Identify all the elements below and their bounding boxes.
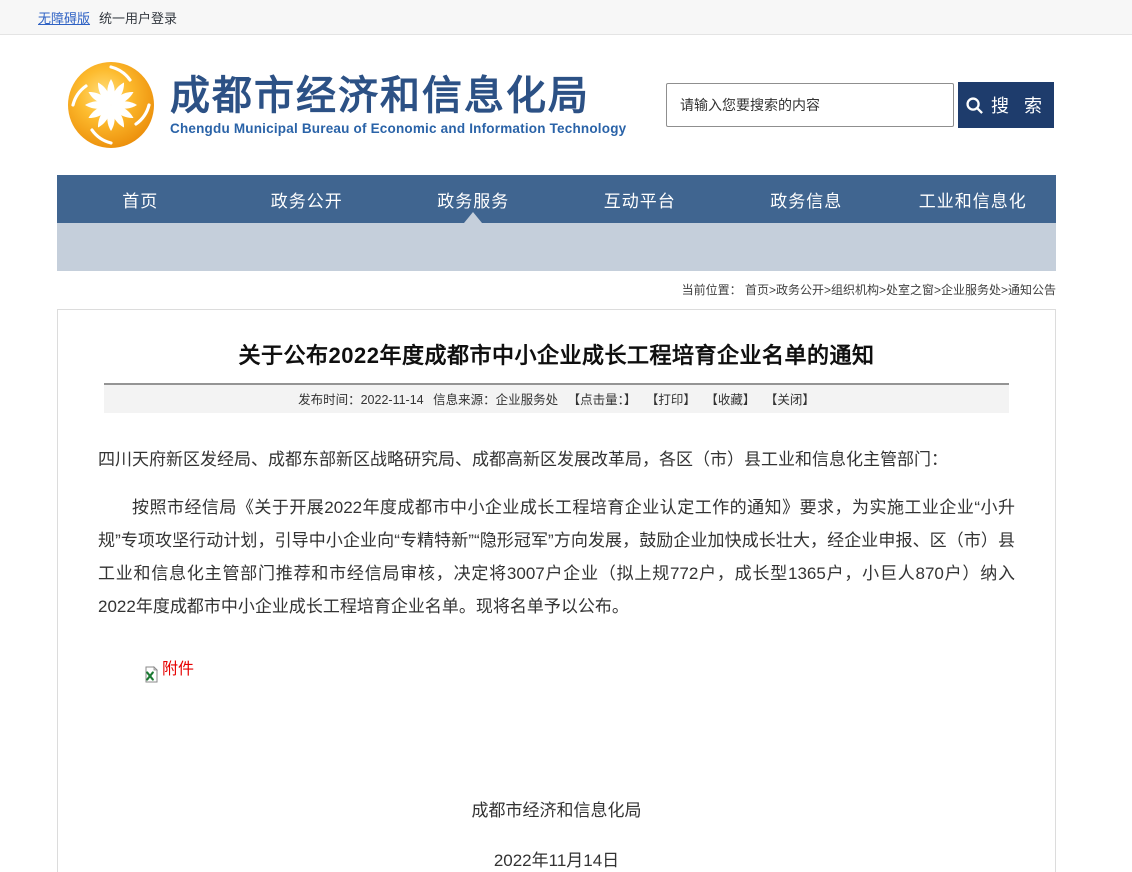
publish-time: 发布时间：2022-11-14 [298,393,424,407]
page: 无障碍版 统一用户登录 [0,0,1132,872]
golden-sun-bird-logo-icon [66,60,156,150]
nav-item-industry-it[interactable]: 工业和信息化 [890,175,1057,223]
hits-counter: 【点击量：】 [568,393,637,407]
unified-login-link[interactable]: 统一用户登录 [99,8,177,27]
article-body: 四川天府新区发经局、成都东部新区战略研究局、成都高新区发展改革局，各区（市）县工… [58,413,1055,872]
close-button[interactable]: 【关闭】 [765,393,815,407]
signature-block: 成都市经济和信息化局 2022年11月14日 [98,794,1015,872]
topbar: 无障碍版 统一用户登录 [0,0,1132,35]
site-header: 成都市经济和信息化局 Chengdu Municipal Bureau of E… [0,35,1132,175]
print-button[interactable]: 【打印】 [646,393,696,407]
nav-item-gov-info[interactable]: 政务信息 [723,175,890,223]
nav-item-gov-services[interactable]: 政务服务 [390,175,557,223]
info-source: 信息来源：企业服务处 [433,393,558,407]
search-button[interactable]: 搜 索 [958,82,1054,128]
article-card: 关于公布2022年度成都市中小企业成长工程培育企业名单的通知 发布时间：2022… [57,309,1056,872]
excel-file-icon [142,661,159,678]
breadcrumb-label: 当前位置： [682,283,742,297]
signature-date: 2022年11月14日 [98,844,1015,872]
site-search: 搜 索 [666,82,1054,128]
favorite-button[interactable]: 【收藏】 [705,393,755,407]
article-title: 关于公布2022年度成都市中小企业成长工程培育企业名单的通知 [58,338,1055,370]
subnav-strip [57,223,1056,271]
active-tab-indicator [464,212,482,223]
site-title: 成都市经济和信息化局 [170,74,626,118]
signature-organization: 成都市经济和信息化局 [98,794,1015,827]
nav-item-gov-disclosure[interactable]: 政务公开 [224,175,391,223]
article-meta-bar: 发布时间：2022-11-14 信息来源：企业服务处 【点击量：】 【打印】 【… [104,383,1009,413]
nav-item-interaction[interactable]: 互动平台 [557,175,724,223]
breadcrumb-path[interactable]: 首页>政务公开>组织机构>处室之窗>企业服务处>通知公告 [745,283,1056,297]
article-salutation: 四川天府新区发经局、成都东部新区战略研究局、成都高新区发展改革局，各区（市）县工… [98,443,1015,476]
main-nav: 首页 政务公开 政务服务 互动平台 政务信息 工业和信息化 [57,175,1056,223]
site-title-block: 成都市经济和信息化局 Chengdu Municipal Bureau of E… [170,74,626,136]
article-paragraph: 按照市经信局《关于开展2022年度成都市中小企业成长工程培育企业认定工作的通知》… [98,491,1015,623]
attachment-row: 附件 [142,653,1015,686]
nav-item-home[interactable]: 首页 [57,175,224,223]
site-title-english: Chengdu Municipal Bureau of Economic and… [170,121,626,136]
breadcrumb: 当前位置： 首页>政务公开>组织机构>处室之窗>企业服务处>通知公告 [57,281,1056,297]
nav-item-gov-services-label: 政务服务 [437,187,509,212]
search-icon [965,96,984,115]
search-input[interactable] [666,83,954,127]
accessibility-version-link[interactable]: 无障碍版 [38,8,90,27]
attachment-link[interactable]: 附件 [162,653,194,686]
search-button-label: 搜 索 [991,92,1047,118]
